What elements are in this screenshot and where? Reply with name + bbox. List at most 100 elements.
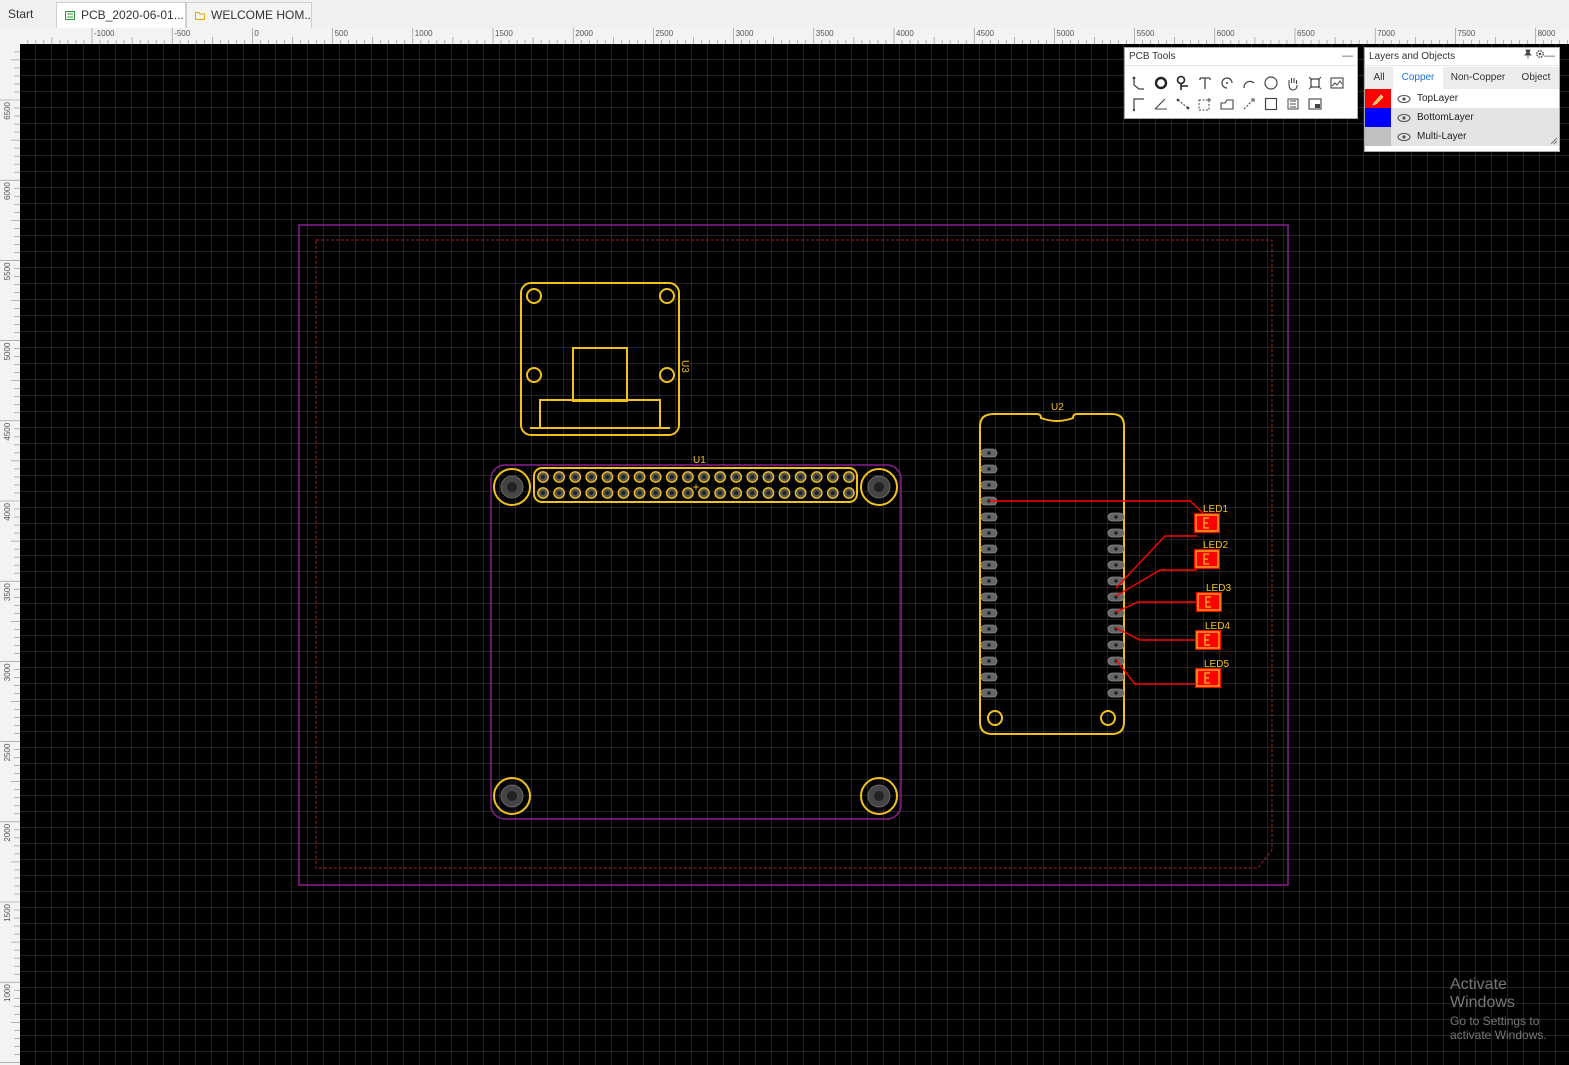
text-tool-icon[interactable] — [1195, 75, 1215, 95]
pcb-canvas[interactable]: U3 + U1 U2 LED1 LED2 LED3 LED4 LED5 — [20, 44, 1569, 1065]
ruler-label: 5000 — [1056, 29, 1074, 38]
canvas-origin-icon[interactable] — [1305, 75, 1325, 95]
ruler-label: 6000 — [3, 182, 12, 200]
ruler-label: 5500 — [3, 262, 12, 280]
layers-tab-object[interactable]: Object — [1513, 67, 1559, 89]
area-select-icon[interactable] — [1195, 96, 1215, 116]
ruler-label: 4500 — [3, 422, 12, 440]
minimize-icon[interactable]: — — [1544, 48, 1555, 65]
ruler-label: 2500 — [3, 743, 12, 761]
angle-tool-icon[interactable] — [1151, 96, 1171, 116]
component-u2[interactable] — [979, 413, 1125, 735]
pcb-tools-title: PCB Tools — — [1125, 48, 1357, 66]
via-tool-icon[interactable] — [1173, 75, 1193, 95]
designator-led5: LED5 — [1204, 659, 1229, 670]
horizontal-ruler-ticks: -1000 -500 0 500 1000 1500 2000 2500 3000 3500 400… — [27, 28, 1568, 44]
layers-tab-label: Object — [1521, 72, 1551, 83]
designator-led4: LED4 — [1205, 621, 1230, 632]
ruler-label: 3500 — [816, 29, 834, 38]
led-footprint[interactable] — [1194, 513, 1220, 533]
ruler-label: 1500 — [3, 903, 12, 921]
ruler-label: 1000 — [415, 29, 433, 38]
pcb-document-icon — [65, 4, 75, 20]
component-u1[interactable]: + — [490, 464, 902, 820]
pin-icon[interactable] — [1523, 48, 1533, 65]
u2-pins — [980, 448, 1125, 698]
tab-start-label: Start — [8, 7, 34, 21]
layers-tab-label: All — [1373, 72, 1385, 83]
measure-tool-icon[interactable] — [1239, 96, 1259, 116]
pad-tool-icon[interactable] — [1151, 75, 1171, 95]
line-tool-icon[interactable] — [1129, 96, 1149, 116]
watermark-title: Activate Windows — [1450, 976, 1515, 1011]
minimize-icon[interactable]: — — [1342, 48, 1353, 65]
ruler-label: 4500 — [976, 29, 994, 38]
board-outline[interactable] — [298, 224, 1289, 886]
layer-name: TopLayer — [1417, 93, 1459, 104]
layer-color-swatch[interactable] — [1365, 89, 1391, 108]
ruler-label: 7500 — [1457, 29, 1475, 38]
track-tool-icon[interactable] — [1129, 75, 1149, 95]
keepout-outline — [315, 239, 1273, 869]
designator-u3: U3 — [679, 360, 690, 373]
led-footprint[interactable] — [1195, 668, 1221, 688]
ruler-label: 5000 — [3, 342, 12, 360]
pencil-icon — [1372, 94, 1384, 106]
layers-tab-all[interactable]: All — [1365, 67, 1393, 89]
ruler-label: 2500 — [655, 29, 673, 38]
layer-color-swatch[interactable] — [1365, 108, 1391, 127]
arc-tool-icon[interactable] — [1239, 75, 1259, 95]
arc-center-tool-icon[interactable] — [1217, 75, 1237, 95]
ruler-label: 6500 — [1297, 29, 1315, 38]
ruler-label: 500 — [335, 29, 349, 38]
layers-tab-copper[interactable]: Copper — [1393, 67, 1443, 89]
tab-welcome-label: WELCOME HOM... — [211, 8, 312, 22]
ruler-label: 8000 — [1538, 29, 1556, 38]
layers-tab-label: Copper — [1401, 72, 1435, 83]
designator-led1: LED1 — [1203, 504, 1228, 515]
layers-panel-title-text: Layers and Objects — [1369, 51, 1456, 62]
folder-icon — [195, 4, 205, 20]
tab-start[interactable]: Start — [0, 2, 52, 28]
led-footprint[interactable] — [1196, 592, 1222, 612]
image-tool-icon[interactable] — [1327, 75, 1347, 95]
led-footprint[interactable] — [1194, 549, 1220, 569]
designator-u2: U2 — [1051, 402, 1064, 413]
ruler-label: -1000 — [94, 29, 115, 38]
watermark-subtitle: Go to Settings to activate Windows. — [1450, 1014, 1547, 1042]
ruler-label: 5500 — [1137, 29, 1155, 38]
tab-welcome[interactable]: WELCOME HOM... — [186, 2, 312, 28]
copper-area-icon[interactable] — [1283, 96, 1303, 116]
circle-tool-icon[interactable] — [1261, 75, 1281, 95]
ruler-label: 3000 — [3, 663, 12, 681]
ruler-label: 7000 — [1377, 29, 1395, 38]
resize-handle-icon[interactable] — [1550, 132, 1558, 150]
svg-text:+: + — [692, 480, 699, 494]
layer-row-bottomlayer[interactable]: BottomLayer — [1365, 108, 1559, 127]
eye-icon[interactable] — [1397, 127, 1411, 153]
rectangle-tool-icon[interactable] — [1261, 96, 1281, 116]
pcb-tools-panel: PCB Tools — — [1124, 47, 1358, 119]
designator-u1: U1 — [693, 455, 706, 466]
pcb-tools-title-text: PCB Tools — [1129, 51, 1176, 62]
dimension-tool-icon[interactable] — [1305, 96, 1325, 116]
solid-region-icon[interactable] — [1217, 96, 1237, 116]
vertical-ruler-ticks: 6500 6000 5500 5000 4500 4000 3500 3000 2500 2000… — [0, 51, 20, 1063]
layer-row-toplayer[interactable]: TopLayer — [1365, 89, 1559, 108]
vertical-ruler[interactable]: 6500 6000 5500 5000 4500 4000 3500 3000 2500 2000… — [0, 44, 21, 1065]
layer-color-swatch[interactable] — [1365, 127, 1391, 146]
pcb-drawing: U3 + U1 U2 LED1 LED2 LED3 LED4 LED5 — [298, 224, 1289, 886]
ruler-label: 2000 — [575, 29, 593, 38]
top-layer-traces[interactable] — [989, 500, 1204, 685]
layer-row-multilayer[interactable]: Multi-Layer — [1365, 127, 1559, 146]
tab-bar: Start PCB_2020-06-01... WELCOME HOM... — [0, 0, 1569, 29]
layers-panel-title: Layers and Objects — — [1365, 48, 1559, 66]
connect-pad-icon[interactable] — [1173, 96, 1193, 116]
horizontal-ruler[interactable]: -1000 -500 0 500 1000 1500 2000 2500 3000 3500 400… — [20, 28, 1569, 45]
led-footprint[interactable] — [1195, 630, 1221, 650]
layers-tab-non-copper[interactable]: Non-Copper — [1443, 67, 1513, 89]
ruler-label: -500 — [174, 29, 191, 38]
tab-pcb[interactable]: PCB_2020-06-01... — [56, 2, 186, 28]
pan-hand-icon[interactable] — [1283, 75, 1303, 95]
component-u3[interactable] — [520, 282, 680, 436]
